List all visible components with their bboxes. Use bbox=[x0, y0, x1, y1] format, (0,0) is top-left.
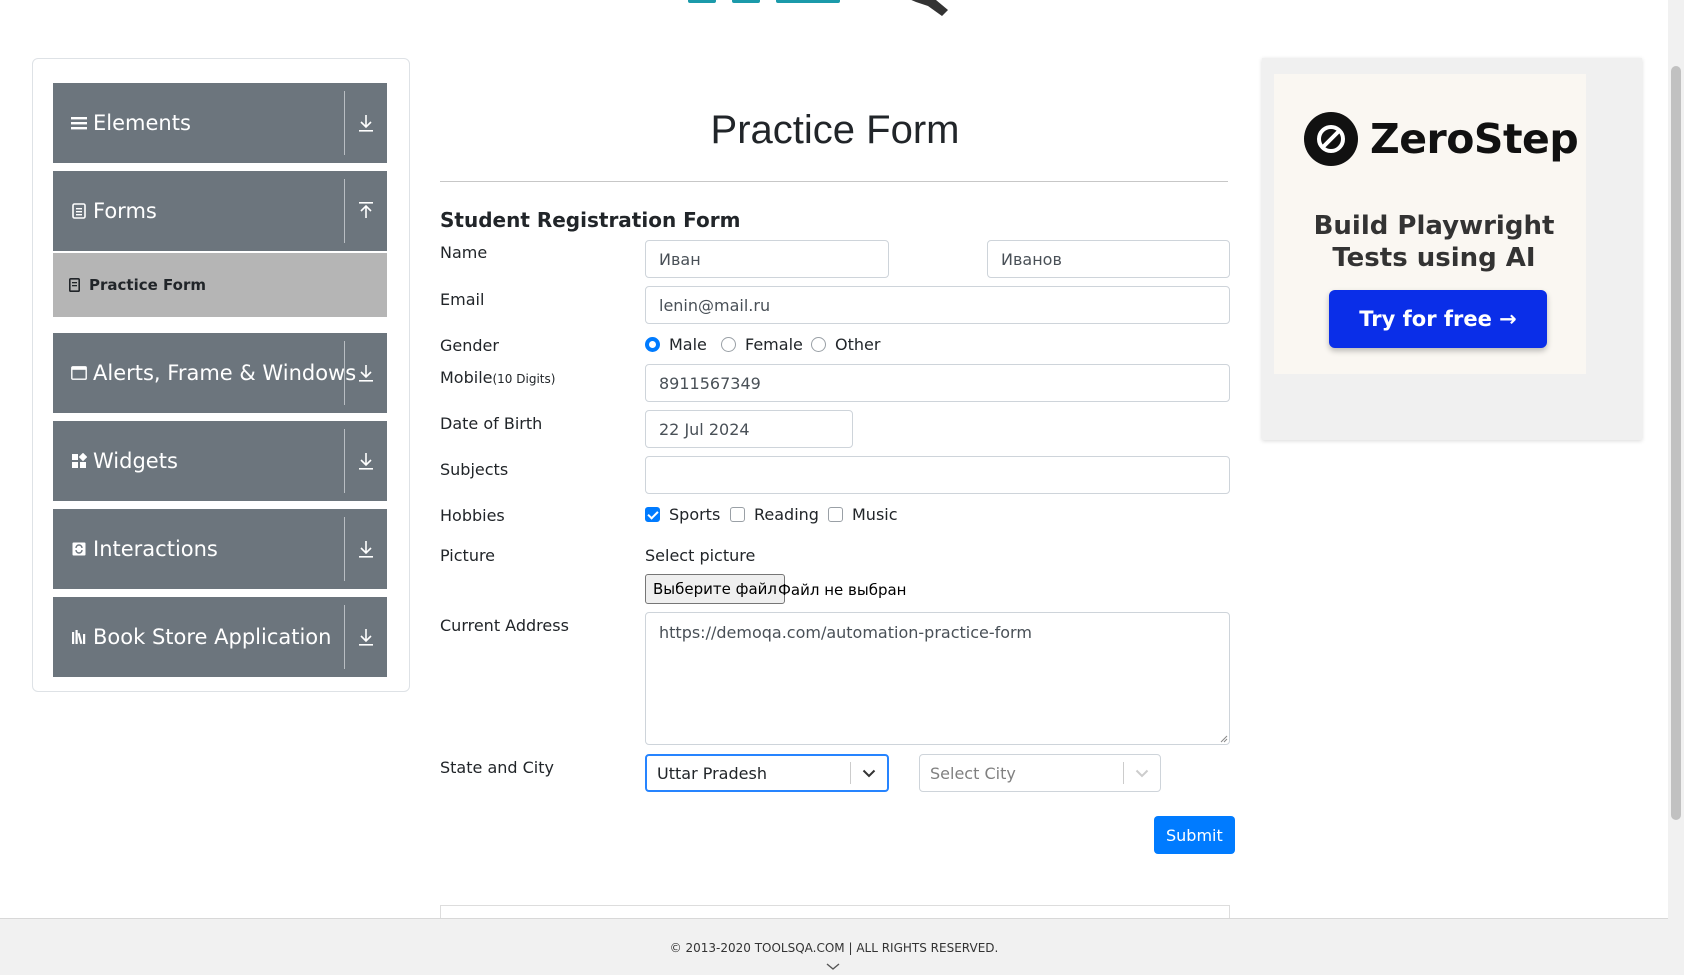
hobby-checkbox-sports[interactable]: Sports bbox=[645, 505, 720, 524]
hobbies-label: Hobbies bbox=[440, 506, 505, 525]
last-name-input[interactable]: Иванов bbox=[987, 240, 1230, 278]
chevron-down-icon[interactable] bbox=[826, 963, 840, 971]
current-address-textarea[interactable]: https://demoqa.com/automation-practice-f… bbox=[645, 612, 1230, 745]
form-icon bbox=[69, 278, 81, 292]
select-picture-label: Select picture bbox=[645, 546, 756, 565]
arrow-down-icon[interactable] bbox=[353, 357, 379, 389]
sidebar-group-forms[interactable]: Forms bbox=[53, 171, 387, 251]
mobile-label-text: Mobile bbox=[440, 368, 493, 387]
page-title: Practice Form bbox=[710, 108, 960, 152]
ad-try-free-button[interactable]: Try for free → bbox=[1329, 290, 1547, 348]
sidebar-group-alerts[interactable]: Alerts, Frame & Windows bbox=[53, 333, 387, 413]
divider bbox=[344, 429, 345, 493]
name-label: Name bbox=[440, 243, 488, 262]
ad-brand: ZeroStep bbox=[1370, 115, 1579, 163]
mobile-label: Mobile(10 Digits) bbox=[440, 368, 555, 387]
subjects-label: Subjects bbox=[440, 460, 509, 479]
sidebar-group-label: Elements bbox=[93, 111, 191, 135]
gender-radio-other[interactable]: Other bbox=[811, 335, 880, 354]
dob-label: Date of Birth bbox=[440, 414, 543, 433]
sidebar-group-widgets[interactable]: Widgets bbox=[53, 421, 387, 501]
subjects-input[interactable] bbox=[645, 456, 1230, 494]
sidebar-group-label: Book Store Application bbox=[93, 625, 332, 649]
dob-input[interactable]: 22 Jul 2024 bbox=[645, 410, 853, 448]
state-value: Uttar Pradesh bbox=[657, 763, 767, 783]
current-address-label: Current Address bbox=[440, 616, 569, 635]
divider bbox=[344, 605, 345, 669]
radio-button[interactable] bbox=[811, 337, 826, 352]
scrollbar[interactable] bbox=[1668, 0, 1684, 975]
arrow-down-icon[interactable] bbox=[353, 445, 379, 477]
sidebar-group-label: Alerts, Frame & Windows bbox=[93, 361, 357, 385]
sidebar-item-label: Practice Form bbox=[89, 276, 206, 294]
arrow-down-icon[interactable] bbox=[353, 533, 379, 565]
logo-gear-icon bbox=[911, 0, 948, 16]
form-heading: Student Registration Form bbox=[440, 208, 741, 232]
hobby-checkbox-music[interactable]: Music bbox=[828, 505, 898, 524]
sidebar-group-label: Forms bbox=[93, 199, 157, 223]
hobby-checkbox-reading[interactable]: Reading bbox=[730, 505, 819, 524]
checkbox[interactable] bbox=[828, 507, 843, 522]
email-label: Email bbox=[440, 290, 485, 309]
radio-button[interactable] bbox=[645, 337, 660, 352]
sidebar-group-label: Interactions bbox=[93, 537, 218, 561]
state-city-label: State and City bbox=[440, 758, 554, 777]
gender-label: Gender bbox=[440, 336, 499, 355]
ad-tagline: Build Playwright Tests using AI bbox=[1313, 211, 1555, 273]
checkbox[interactable] bbox=[645, 507, 660, 522]
sidebar-item-practice-form[interactable]: Practice Form bbox=[53, 253, 387, 317]
widgets-icon bbox=[71, 453, 87, 469]
checkbox-label: Reading bbox=[754, 505, 819, 524]
email-input[interactable]: lenin@mail.ru bbox=[645, 286, 1230, 324]
checkbox-label: Sports bbox=[669, 505, 721, 524]
footer: © 2013-2020 TOOLSQA.COM | ALL RIGHTS RES… bbox=[0, 918, 1668, 975]
state-select[interactable]: Uttar Pradesh bbox=[645, 754, 889, 792]
mobile-input[interactable]: 8911567349 bbox=[645, 364, 1230, 402]
radio-button[interactable] bbox=[721, 337, 736, 352]
sidebar-group-label: Widgets bbox=[93, 449, 178, 473]
footer-copyright: © 2013-2020 TOOLSQA.COM | ALL RIGHTS RES… bbox=[669, 941, 999, 955]
divider bbox=[344, 91, 345, 155]
advertisement-banner[interactable]: ZeroStep Build Playwright Tests using AI… bbox=[1262, 58, 1642, 440]
checkbox-label: Music bbox=[852, 505, 898, 524]
first-name-input[interactable]: Иван bbox=[645, 240, 889, 278]
hamburger-icon bbox=[71, 115, 87, 131]
chevron-down-icon[interactable] bbox=[1124, 755, 1160, 791]
submit-button[interactable]: Submit bbox=[1154, 816, 1235, 854]
zerostep-mark-icon bbox=[1304, 112, 1358, 166]
radio-label: Male bbox=[669, 335, 707, 354]
zerostep-logo: ZeroStep bbox=[1304, 112, 1579, 166]
sidebar-group-elements[interactable]: Elements bbox=[53, 83, 387, 163]
left-panel: Elements Forms Practice Form Alerts, Fra… bbox=[32, 58, 410, 692]
results-card-edge bbox=[440, 905, 1230, 919]
choose-file-button[interactable]: Выберите файл bbox=[645, 574, 785, 604]
document-icon bbox=[71, 203, 87, 219]
mobile-hint: (10 Digits) bbox=[492, 372, 556, 386]
arrow-up-icon[interactable] bbox=[353, 195, 379, 227]
divider bbox=[344, 341, 345, 405]
divider bbox=[344, 517, 345, 581]
books-icon bbox=[71, 629, 87, 645]
radio-label: Other bbox=[835, 335, 881, 354]
gender-radio-female[interactable]: Female bbox=[721, 335, 803, 354]
gender-radio-male[interactable]: Male bbox=[645, 335, 707, 354]
resize-handle-icon[interactable] bbox=[1218, 733, 1228, 743]
scrollbar-thumb[interactable] bbox=[1671, 66, 1681, 820]
radio-label: Female bbox=[745, 335, 803, 354]
chevron-down-icon[interactable] bbox=[851, 755, 887, 791]
picture-label: Picture bbox=[440, 546, 496, 565]
title-divider bbox=[440, 181, 1228, 182]
city-placeholder: Select City bbox=[930, 763, 1016, 783]
sidebar-group-book-store[interactable]: Book Store Application bbox=[53, 597, 387, 677]
divider bbox=[344, 179, 345, 243]
checkbox[interactable] bbox=[730, 507, 745, 522]
ad-card: ZeroStep Build Playwright Tests using AI… bbox=[1274, 74, 1586, 374]
city-select[interactable]: Select City bbox=[919, 754, 1161, 792]
interactions-icon bbox=[71, 541, 87, 557]
window-icon bbox=[71, 365, 87, 381]
arrow-down-icon[interactable] bbox=[353, 107, 379, 139]
arrow-down-icon[interactable] bbox=[353, 621, 379, 653]
file-status: Файл не выбран bbox=[778, 581, 907, 599]
sidebar-group-interactions[interactable]: Interactions bbox=[53, 509, 387, 589]
